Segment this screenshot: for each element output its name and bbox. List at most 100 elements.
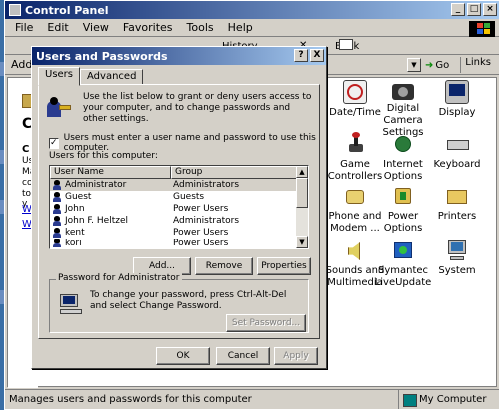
cp-item-system[interactable]: System xyxy=(426,238,488,277)
cp-item-internet-options[interactable]: Internet Options xyxy=(372,132,434,183)
status-location: My Computer xyxy=(399,390,499,409)
close-button[interactable]: × xyxy=(483,3,497,16)
require-login-label: Users must enter a user name and passwor… xyxy=(63,133,316,153)
user-group: Administrators xyxy=(173,180,240,190)
user-icon xyxy=(52,228,62,238)
liveupdate-icon xyxy=(391,238,415,262)
remove-user-button[interactable]: Remove xyxy=(195,257,253,275)
minimize-button[interactable]: _ xyxy=(451,3,465,16)
dialog-title: Users and Passwords xyxy=(36,49,168,63)
views-button[interactable] xyxy=(339,39,353,50)
cancel-button[interactable]: Cancel xyxy=(216,347,270,365)
cp-item-label: Display xyxy=(438,107,476,118)
cp-item-keyboard[interactable]: Keyboard xyxy=(426,132,488,171)
listview-header: User Name Group xyxy=(50,166,308,179)
links-button[interactable]: Links xyxy=(460,57,495,73)
user-name: John xyxy=(65,204,85,214)
cp-item-digital-camera[interactable]: Digital Camera Settings xyxy=(372,80,434,139)
user-icon xyxy=(52,239,62,247)
user-icon xyxy=(52,180,62,190)
user-name: kori xyxy=(65,239,82,247)
maximize-button[interactable]: □ xyxy=(467,3,481,16)
printer-folder-icon xyxy=(445,184,469,208)
user-group: Power Users xyxy=(173,228,229,238)
help-button[interactable]: ? xyxy=(294,49,308,62)
scroll-up-arrow[interactable]: ▲ xyxy=(296,166,308,178)
computer-icon xyxy=(445,238,469,262)
table-row[interactable]: John F. Heltzel Administrators xyxy=(50,215,308,227)
address-label: Add xyxy=(11,58,33,71)
cp-item-label: Printers xyxy=(437,211,477,222)
menubar: File Edit View Favorites Tools Help xyxy=(5,19,499,37)
cp-item-symantec-liveupdate[interactable]: Symantec LiveUpdate xyxy=(372,238,434,289)
listview-scrollbar[interactable]: ▲ ▼ xyxy=(296,166,308,248)
menu-view[interactable]: View xyxy=(83,21,109,34)
properties-button[interactable]: Properties xyxy=(257,257,311,275)
tab-advanced[interactable]: Advanced xyxy=(80,69,144,85)
menu-edit[interactable]: Edit xyxy=(47,21,68,34)
user-group: Guests xyxy=(173,192,205,202)
users-and-passwords-dialog: Users and Passwords ? X Users Advanced U… xyxy=(31,46,327,369)
require-login-checkbox-row[interactable]: ✓ Users must enter a user name and passw… xyxy=(49,133,319,153)
go-button[interactable]: ➜ Go xyxy=(425,57,455,73)
users-list-label: Users for this computer: xyxy=(49,151,158,161)
user-icon xyxy=(52,216,62,226)
menu-help[interactable]: Help xyxy=(228,21,253,34)
cp-item-power-options[interactable]: Power Options xyxy=(372,184,434,235)
table-row[interactable]: Administrator Administrators xyxy=(50,179,308,191)
user-name: John F. Heltzel xyxy=(65,216,128,226)
power-plug-icon xyxy=(391,184,415,208)
camera-icon xyxy=(392,84,414,100)
scroll-down-arrow[interactable]: ▼ xyxy=(296,236,308,248)
dialog-titlebar[interactable]: Users and Passwords xyxy=(32,47,326,65)
apply-button[interactable]: Apply xyxy=(274,347,318,365)
ok-button[interactable]: OK xyxy=(156,347,210,365)
users-tab-panel: Use the list below to grant or deny user… xyxy=(38,84,320,339)
menu-tools[interactable]: Tools xyxy=(187,21,214,34)
control-panel-titlebar[interactable]: Control Panel xyxy=(5,1,499,19)
password-groupbox: Password for Administrator To change you… xyxy=(49,273,309,333)
password-group-title: Password for Administrator xyxy=(56,273,182,283)
table-row[interactable]: Guest Guests xyxy=(50,191,308,203)
dialog-close-button[interactable]: X xyxy=(310,49,324,62)
tab-users[interactable]: Users xyxy=(38,67,81,86)
column-header-user-name[interactable]: User Name xyxy=(50,166,171,179)
menu-file[interactable]: File xyxy=(15,21,33,34)
left-pane-subtitle: C xyxy=(22,144,30,155)
cp-item-label: System xyxy=(438,265,476,276)
table-row[interactable]: John Power Users xyxy=(50,203,308,215)
user-name: Guest xyxy=(65,192,92,202)
menu-favorites[interactable]: Favorites xyxy=(123,21,173,34)
status-text: Manages users and passwords for this com… xyxy=(5,390,399,409)
user-name: kent xyxy=(65,228,85,238)
intro-text: Use the list below to grant or deny user… xyxy=(83,92,312,124)
speaker-icon xyxy=(343,238,367,262)
cp-item-label: Keyboard xyxy=(433,159,481,170)
cp-item-printers[interactable]: Printers xyxy=(426,184,488,223)
user-group: Power Users xyxy=(173,239,229,247)
user-icon xyxy=(52,192,62,202)
cp-item-display[interactable]: Display xyxy=(426,80,488,119)
scroll-thumb[interactable] xyxy=(296,178,308,208)
cp-item-label: Power Options xyxy=(383,211,423,234)
password-instructions: To change your password, press Ctrl-Alt-… xyxy=(90,290,287,311)
clock-calendar-icon xyxy=(343,80,367,104)
window-title: Control Panel xyxy=(25,3,109,17)
users-listview[interactable]: User Name Group Administrator Administra… xyxy=(49,165,309,249)
user-name: Administrator xyxy=(65,180,127,190)
go-label: Go xyxy=(435,59,450,71)
table-row[interactable]: kori Power Users xyxy=(50,239,308,247)
control-panel-icon xyxy=(9,4,21,16)
table-row[interactable]: kent Power Users xyxy=(50,227,308,239)
users-keys-icon xyxy=(47,97,71,119)
column-header-group[interactable]: Group xyxy=(171,166,297,179)
computer-keyboard-icon xyxy=(60,294,82,314)
status-bar: Manages users and passwords for this com… xyxy=(5,389,499,409)
windows-logo xyxy=(469,21,495,37)
set-password-button[interactable]: Set Password... xyxy=(226,314,306,332)
user-group: Power Users xyxy=(173,204,229,214)
cp-item-label: Symantec LiveUpdate xyxy=(374,265,432,288)
require-login-checkbox[interactable]: ✓ xyxy=(49,137,59,149)
monitor-icon xyxy=(445,80,469,104)
address-dropdown-arrow[interactable]: ▼ xyxy=(407,58,421,72)
